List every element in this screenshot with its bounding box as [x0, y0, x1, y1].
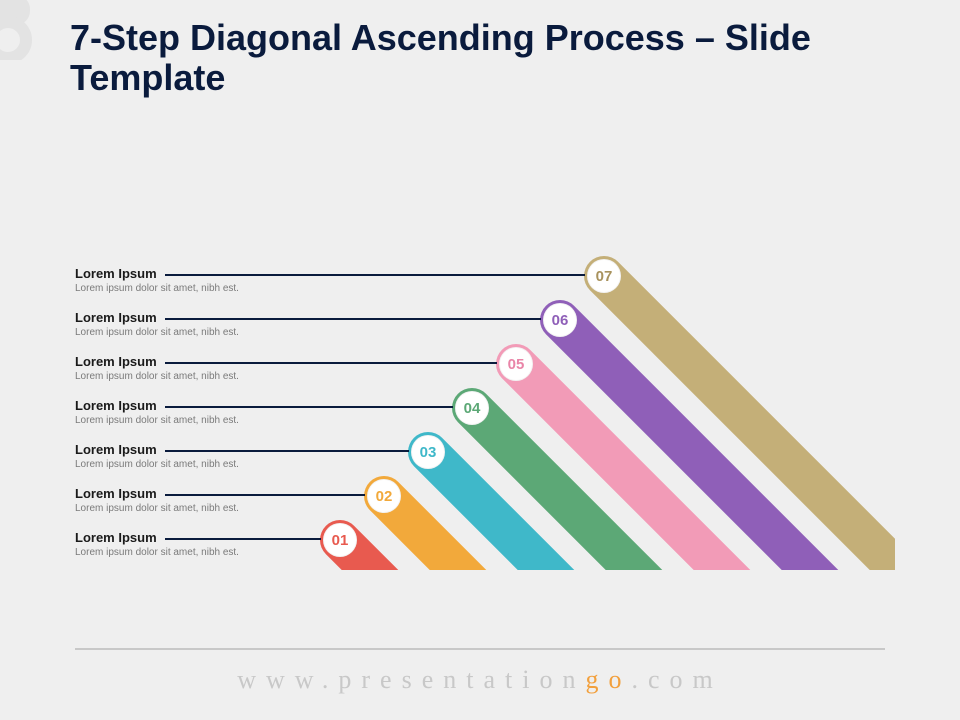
connector-line: [165, 494, 365, 496]
step-desc: Lorem ipsum dolor sit amet, nibh est.: [75, 503, 895, 514]
connector-line: [165, 318, 541, 320]
footer-mid: presentation: [338, 665, 585, 694]
connector-line: [165, 406, 453, 408]
logo-watermark: [0, 0, 60, 60]
connector-line: [165, 450, 409, 452]
step-row: Lorem IpsumLorem ipsum dolor sit amet, n…: [75, 398, 895, 426]
step-row: Lorem IpsumLorem ipsum dolor sit amet, n…: [75, 266, 895, 294]
footer-accent: go: [585, 665, 631, 694]
connector-line: [165, 538, 321, 540]
step-desc: Lorem ipsum dolor sit amet, nibh est.: [75, 327, 895, 338]
step-desc: Lorem ipsum dolor sit amet, nibh est.: [75, 415, 895, 426]
step-row: Lorem IpsumLorem ipsum dolor sit amet, n…: [75, 530, 895, 558]
page-title: 7-Step Diagonal Ascending Process – Slid…: [70, 18, 920, 97]
footer-suffix: .com: [631, 665, 722, 694]
step-desc: Lorem ipsum dolor sit amet, nibh est.: [75, 547, 895, 558]
step-row: Lorem IpsumLorem ipsum dolor sit amet, n…: [75, 442, 895, 470]
step-row: Lorem IpsumLorem ipsum dolor sit amet, n…: [75, 310, 895, 338]
step-desc: Lorem ipsum dolor sit amet, nibh est.: [75, 459, 895, 470]
step-row: Lorem IpsumLorem ipsum dolor sit amet, n…: [75, 354, 895, 382]
step-desc: Lorem ipsum dolor sit amet, nibh est.: [75, 371, 895, 382]
step-row: Lorem IpsumLorem ipsum dolor sit amet, n…: [75, 486, 895, 514]
diagonal-process-diagram: 01020304050607Lorem IpsumLorem ipsum dol…: [75, 240, 895, 570]
connector-line: [165, 274, 585, 276]
footer-prefix: www.: [237, 665, 338, 694]
step-desc: Lorem ipsum dolor sit amet, nibh est.: [75, 283, 895, 294]
footer-url: www.presentationgo.com: [0, 665, 960, 695]
connector-line: [165, 362, 497, 364]
footer-divider: [75, 648, 885, 650]
